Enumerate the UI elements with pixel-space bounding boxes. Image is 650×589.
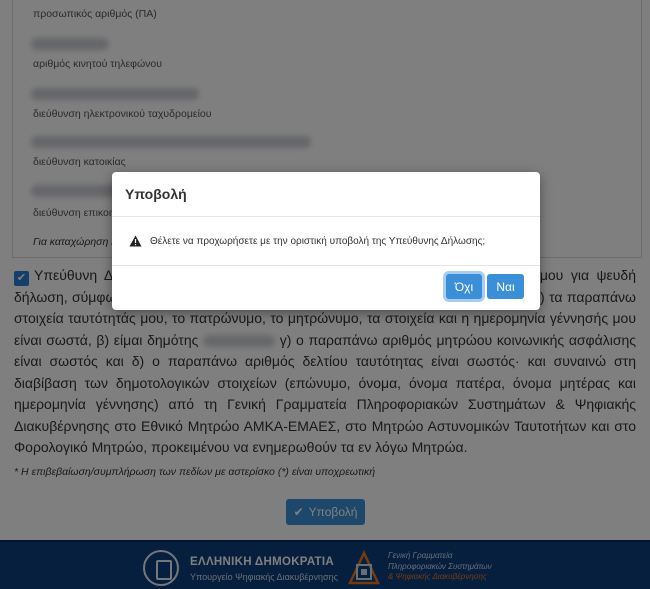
- modal-footer: Όχι Ναι: [112, 266, 540, 309]
- modal-title: Υποβολή: [125, 186, 187, 202]
- no-button[interactable]: Όχι: [446, 274, 482, 299]
- modal-header: Υποβολή: [112, 172, 540, 217]
- modal-body: Θέλετε να προχωρήσετε με την οριστική υπ…: [112, 217, 540, 266]
- yes-button[interactable]: Ναι: [487, 274, 524, 299]
- modal-message: Θέλετε να προχωρήσετε με την οριστική υπ…: [150, 235, 486, 247]
- submit-confirm-modal: Υποβολή Θέλετε να προχωρήσετε με την ορι…: [112, 172, 540, 310]
- warning-icon: [129, 235, 142, 247]
